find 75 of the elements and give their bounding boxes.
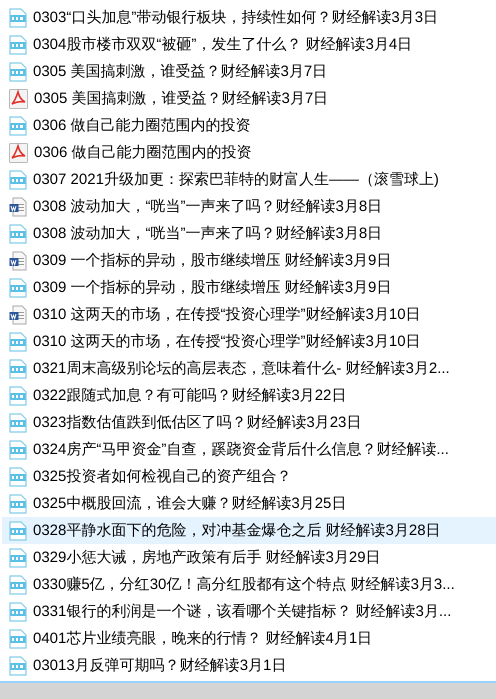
file-name: 03013月反弹可期吗？财经解读3月1日 (33, 656, 286, 674)
file-item[interactable]: 0308 波动加大，“咣当”一声来了吗？财经解读3月8日 (2, 193, 496, 220)
file-item[interactable]: 0306 做自己能力圈范围内的投资 (2, 112, 496, 139)
file-item[interactable]: 0329小惩大诫，房地产政策有后手 财经解读3月29日 (2, 544, 496, 571)
file-item[interactable]: 0308 波动加大，“咣当”一声来了吗？财经解读3月8日 (2, 220, 496, 247)
file-item[interactable]: 0305 美国搞刺激，谁受益？财经解读3月7日 (2, 58, 496, 85)
audio-file-icon (9, 8, 27, 28)
file-name: 0305 美国搞刺激，谁受益？财经解读3月7日 (34, 90, 328, 108)
file-name: 0303“口头加息”带动银行板块，持续性如何？财经解读3月3日 (33, 8, 438, 26)
audio-file-icon (9, 34, 27, 54)
audio-file-icon (9, 520, 27, 540)
file-name: 0305 美国搞刺激，谁受益？财经解读3月7日 (33, 62, 328, 80)
file-name: 0307 2021升级加更：探索巴菲特的财富人生——（滚雪球上) (33, 170, 439, 188)
file-name: 0309 一个指标的异动，股市继续增压 财经解读3月9日 (33, 252, 392, 270)
audio-file-icon (9, 224, 27, 244)
file-item[interactable]: 0307 2021升级加更：探索巴菲特的财富人生——（滚雪球上) (2, 166, 496, 193)
audio-file-icon (9, 62, 27, 82)
file-name: 0324房产“马甲资金”自查，蹊跷资金背后什么信息？财经解读... (33, 440, 449, 458)
audio-file-icon (9, 332, 27, 352)
file-item[interactable]: 0331银行的利润是一个谜，该看哪个关键指标？ 财经解读3月... (2, 598, 496, 625)
audio-file-icon (9, 494, 27, 514)
file-name: 0308 波动加大，“咣当”一声来了吗？财经解读3月8日 (33, 198, 382, 216)
pdf-file-icon (9, 142, 28, 162)
file-item[interactable]: 0324房产“马甲资金”自查，蹊跷资金背后什么信息？财经解读... (2, 436, 496, 463)
file-name: 0325投资者如何检视自己的资产组合？ (33, 468, 292, 486)
audio-file-icon (9, 170, 27, 190)
audio-file-icon (9, 656, 27, 676)
file-name: 0321周末高级别论坛的高层表态，意味着什么- 财经解读3月2... (33, 360, 450, 378)
word-file-icon (9, 250, 27, 270)
file-item[interactable]: 0328平静水面下的危险，对冲基金爆仓之后 财经解读3月28日 (2, 517, 496, 544)
audio-file-icon (9, 278, 27, 298)
audio-file-icon (9, 574, 27, 594)
file-name: 0308 波动加大，“咣当”一声来了吗？财经解读3月8日 (33, 224, 382, 242)
file-item[interactable]: 0401芯片业绩亮眼，晚来的行情？ 财经解读4月1日 (2, 625, 496, 652)
file-item[interactable]: 0304股市楼市双双“被砸”，发生了什么？ 财经解读3月4日 (2, 31, 496, 58)
file-name: 0304股市楼市双双“被砸”，发生了什么？ 财经解读3月4日 (33, 36, 412, 54)
file-name: 0309 一个指标的异动，股市继续增压 财经解读3月9日 (33, 278, 392, 296)
file-name: 0310 这两天的市场，在传授“投资心理学”财经解读3月10日 (33, 332, 421, 350)
audio-file-icon (9, 628, 27, 648)
audio-file-icon (9, 412, 27, 432)
file-name: 0322跟随式加息？有可能吗？财经解读3月22日 (33, 386, 346, 404)
file-name: 0325中概股回流，谁会大赚？财经解读3月25日 (33, 494, 346, 512)
file-item[interactable]: 0306 做自己能力圈范围内的投资 (2, 139, 496, 166)
file-item[interactable]: 0303“口头加息”带动银行板块，持续性如何？财经解读3月3日 (2, 4, 496, 31)
pdf-file-icon (9, 88, 28, 108)
file-name: 0306 做自己能力圈范围内的投资 (33, 116, 251, 134)
file-name: 0306 做自己能力圈范围内的投资 (34, 144, 252, 162)
file-item[interactable]: 0310 这两天的市场，在传授“投资心理学”财经解读3月10日 (2, 301, 496, 328)
file-item[interactable]: 0325中概股回流，谁会大赚？财经解读3月25日 (2, 490, 496, 517)
file-item[interactable]: 0309 一个指标的异动，股市继续增压 财经解读3月9日 (2, 274, 496, 301)
file-name: 0323指数估值跌到低估区了吗？财经解读3月23日 (33, 414, 362, 432)
file-item[interactable]: 0309 一个指标的异动，股市继续增压 财经解读3月9日 (2, 247, 496, 274)
audio-file-icon (9, 116, 27, 136)
file-item[interactable]: 0330赚5亿，分红30亿！高分红股都有这个特点 财经解读3月3... (2, 571, 496, 598)
file-item[interactable]: 03013月反弹可期吗？财经解读3月1日 (2, 652, 496, 679)
audio-file-icon (9, 602, 27, 622)
file-item[interactable]: 0325投资者如何检视自己的资产组合？ (2, 463, 496, 490)
file-item[interactable]: 0305 美国搞刺激，谁受益？财经解读3月7日 (2, 85, 496, 112)
word-file-icon (9, 196, 27, 216)
file-item[interactable]: 0323指数估值跌到低估区了吗？财经解读3月23日 (2, 409, 496, 436)
audio-file-icon (9, 440, 27, 460)
file-name: 0330赚5亿，分红30亿！高分红股都有这个特点 财经解读3月3... (33, 576, 455, 594)
file-name: 0401芯片业绩亮眼，晚来的行情？ 财经解读4月1日 (33, 630, 372, 648)
file-name: 0310 这两天的市场，在传授“投资心理学”财经解读3月10日 (33, 306, 421, 324)
audio-file-icon (9, 466, 27, 486)
audio-file-icon (9, 386, 27, 406)
file-item[interactable]: 0321周末高级别论坛的高层表态，意味着什么- 财经解读3月2... (2, 355, 496, 382)
file-name: 0328平静水面下的危险，对冲基金爆仓之后 财经解读3月28日 (33, 522, 441, 540)
word-file-icon (9, 304, 27, 324)
audio-file-icon (9, 548, 27, 568)
file-name: 0329小惩大诫，房地产政策有后手 财经解读3月29日 (33, 548, 381, 566)
audio-file-icon (9, 358, 27, 378)
file-item[interactable]: 0310 这两天的市场，在传授“投资心理学”财经解读3月10日 (2, 328, 496, 355)
file-name: 0331银行的利润是一个谜，该看哪个关键指标？ 财经解读3月... (33, 602, 452, 620)
file-item[interactable]: 0322跟随式加息？有可能吗？财经解读3月22日 (2, 382, 496, 409)
